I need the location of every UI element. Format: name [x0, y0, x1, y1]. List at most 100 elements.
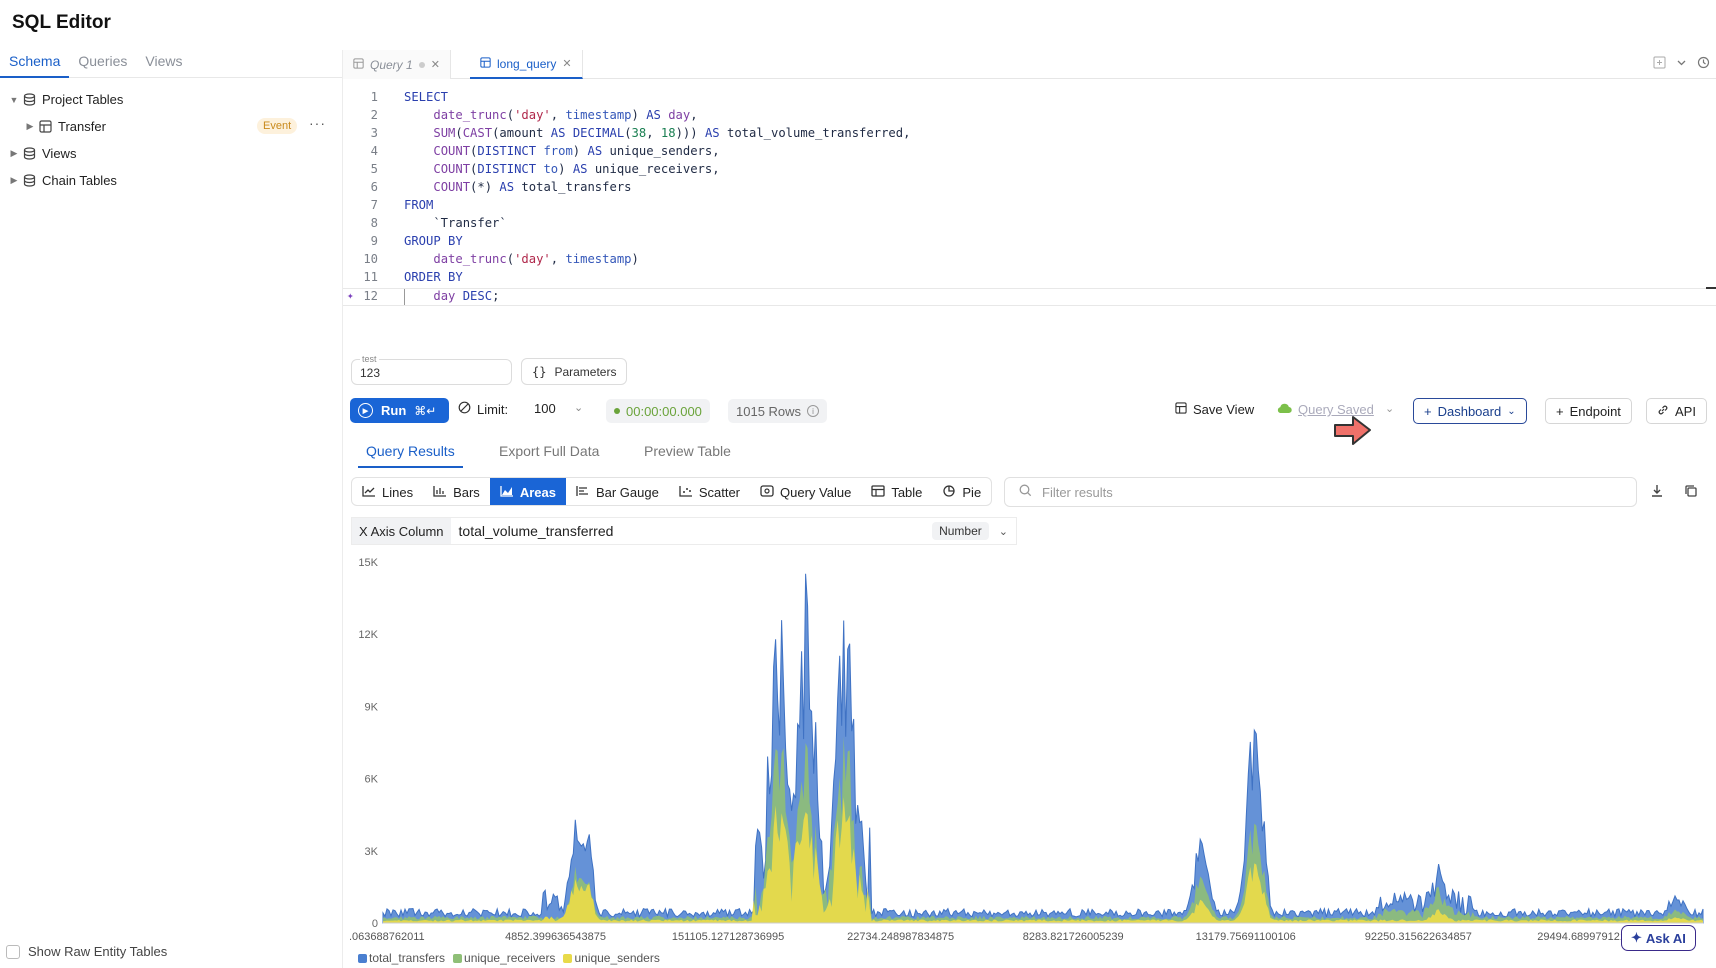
save-view-label: Save View: [1193, 402, 1255, 417]
x-axis-column-select[interactable]: X Axis Column total_volume_transferred N…: [351, 517, 1017, 545]
timer-value: 00:00:00.000: [626, 403, 702, 419]
chevron-right-icon: ▶: [10, 175, 18, 185]
dashboard-label: Dashboard: [1437, 403, 1502, 419]
chart-type-label: Areas: [519, 485, 556, 500]
legend-item[interactable]: total_transfers: [358, 951, 445, 965]
x-tick-label: 22734.248987834875: [847, 931, 954, 943]
code-line: 10 date_trunc('day', timestamp): [363, 252, 639, 266]
endpoint-button[interactable]: + Endpoint: [1545, 398, 1632, 424]
sql-code-editor[interactable]: 1 SELECT 2 date_trunc('day', timestamp) A…: [343, 88, 1716, 308]
checkbox[interactable]: [6, 944, 20, 959]
run-button[interactable]: ▶ Run ⌘↵: [350, 398, 449, 423]
editor-tabs: Query 1 ✕ long_query ✕: [343, 50, 1716, 79]
x-tick-label: 4852.399636543875: [505, 931, 606, 943]
code-line-current: ✦ 12 day DESC;: [343, 288, 1716, 306]
chart-type-query-value[interactable]: Query Value: [750, 478, 861, 505]
database-icon: [20, 174, 38, 187]
x-axis-value[interactable]: total_volume_transferred: [451, 523, 933, 539]
chart-type-pie[interactable]: Pie: [932, 478, 991, 505]
tab-query-results[interactable]: Query Results: [358, 443, 463, 468]
legend-item[interactable]: unique_receivers: [453, 951, 555, 965]
x-tick-label: 13179.75691100106: [1196, 931, 1296, 943]
close-icon[interactable]: ✕: [431, 58, 440, 71]
chevron-down-icon: ▼: [9, 94, 19, 105]
chart-type-label: Pie: [962, 485, 982, 500]
chart-type-bars[interactable]: Bars: [423, 478, 490, 505]
chevron-right-icon: ▶: [26, 121, 34, 131]
code-line: 9 GROUP BY: [370, 234, 463, 248]
chevron-down-icon[interactable]: ⌄: [999, 525, 1008, 538]
braces-icon: {}: [532, 364, 547, 379]
new-tab-icon[interactable]: [1653, 56, 1666, 72]
param-label: test: [360, 354, 379, 364]
tab-preview-table[interactable]: Preview Table: [644, 443, 731, 466]
tab-queries[interactable]: Queries: [69, 52, 136, 78]
x-axis-type-badge[interactable]: Number: [932, 522, 989, 540]
y-tick-label: 3K: [365, 846, 379, 858]
unsaved-dot-icon: [418, 61, 425, 68]
tree-item-views[interactable]: ▶ Views: [0, 140, 342, 167]
legend-label: total_transfers: [369, 951, 446, 965]
info-icon[interactable]: i: [807, 405, 820, 417]
execution-timer: 00:00:00.000: [606, 399, 710, 423]
tree-item-project-tables[interactable]: ▼ Project Tables: [0, 86, 342, 113]
chart-type-label: Table: [891, 485, 923, 500]
save-view-button[interactable]: Save View: [1175, 402, 1254, 417]
tab-schema[interactable]: Schema: [0, 52, 70, 78]
chart-type-scatter[interactable]: Scatter: [669, 478, 750, 505]
chevron-down-icon[interactable]: ⌄: [1385, 402, 1394, 415]
add-to-dashboard-button[interactable]: + Dashboard ⌄: [1413, 398, 1527, 424]
show-raw-entity-tables-toggle[interactable]: Show Raw Entity Tables: [6, 944, 167, 959]
chart-type-table[interactable]: Table: [861, 478, 932, 505]
bar-chart-icon: [433, 485, 447, 500]
area-chart[interactable]: 0 3K 6K 9K 12K 15K .063688762011 4852.399636543…: [343, 550, 1716, 968]
tab-query-1[interactable]: Query 1 ✕: [343, 50, 451, 79]
search-icon: [1019, 484, 1032, 500]
x-tick-label: 8283.821726005239: [1023, 931, 1124, 943]
code-line: 2 date_trunc('day', timestamp) AS day,: [370, 108, 698, 122]
chart-type-lines[interactable]: Lines: [352, 478, 423, 505]
close-icon[interactable]: ✕: [562, 57, 571, 70]
chevron-down-icon[interactable]: ⌄: [574, 401, 583, 414]
schema-tree: ▼ Project Tables ▶ Transfer Event ··· ▶ …: [0, 86, 342, 194]
code-line: 8 `Transfer`: [370, 216, 507, 230]
run-label: Run: [381, 403, 407, 418]
chart-type-label: Query Value: [780, 485, 852, 500]
chart-type-bar-gauge[interactable]: Bar Gauge: [566, 478, 669, 505]
filter-results-input[interactable]: Filter results: [1004, 477, 1637, 507]
chart-type-label: Scatter: [698, 485, 741, 500]
tab-views[interactable]: Views: [136, 52, 191, 78]
download-icon[interactable]: [1650, 484, 1664, 501]
tab-long-query[interactable]: long_query ✕: [470, 50, 583, 79]
param-value[interactable]: 123: [360, 366, 380, 380]
code-line: 6 COUNT(*) AS total_transfers: [370, 180, 632, 194]
copy-icon[interactable]: [1684, 484, 1698, 501]
tree-item-transfer[interactable]: ▶ Transfer Event ···: [0, 113, 342, 140]
tree-item-chain-tables[interactable]: ▶ Chain Tables: [0, 167, 342, 194]
x-tick-label: 151105.127128736995: [672, 931, 784, 943]
more-options-icon[interactable]: ···: [309, 115, 326, 131]
legend-label: unique_receivers: [464, 951, 556, 965]
ask-ai-button[interactable]: ✦ Ask AI: [1621, 925, 1696, 951]
results-tabs: Query Results Export Full Data Preview T…: [343, 438, 1716, 469]
legend-item[interactable]: unique_senders: [563, 951, 660, 965]
y-tick-label: 6K: [365, 774, 379, 786]
cloud-icon: [1276, 402, 1292, 417]
tab-export-full-data[interactable]: Export Full Data: [499, 443, 599, 466]
scatter-chart-icon: [679, 485, 693, 500]
chart-type-areas[interactable]: Areas: [489, 478, 566, 505]
database-icon: [20, 147, 38, 160]
x-tick-label: 92250.315622634857: [1365, 931, 1472, 943]
show-raw-label: Show Raw Entity Tables: [28, 944, 168, 959]
parameters-button[interactable]: {} Parameters: [521, 358, 628, 385]
limit-select[interactable]: 100: [534, 401, 556, 416]
chart-legend: total_transfers unique_receivers unique_…: [358, 951, 660, 965]
chart-type-label: Lines: [382, 485, 414, 500]
limit-label: Limit:: [477, 401, 509, 417]
param-test-field[interactable]: test 123: [351, 354, 512, 385]
api-button[interactable]: API: [1646, 398, 1707, 424]
filter-placeholder: Filter results: [1042, 484, 1113, 500]
history-icon[interactable]: [1697, 56, 1710, 72]
chevron-down-icon[interactable]: [1676, 56, 1687, 72]
event-badge: Event: [257, 118, 298, 134]
